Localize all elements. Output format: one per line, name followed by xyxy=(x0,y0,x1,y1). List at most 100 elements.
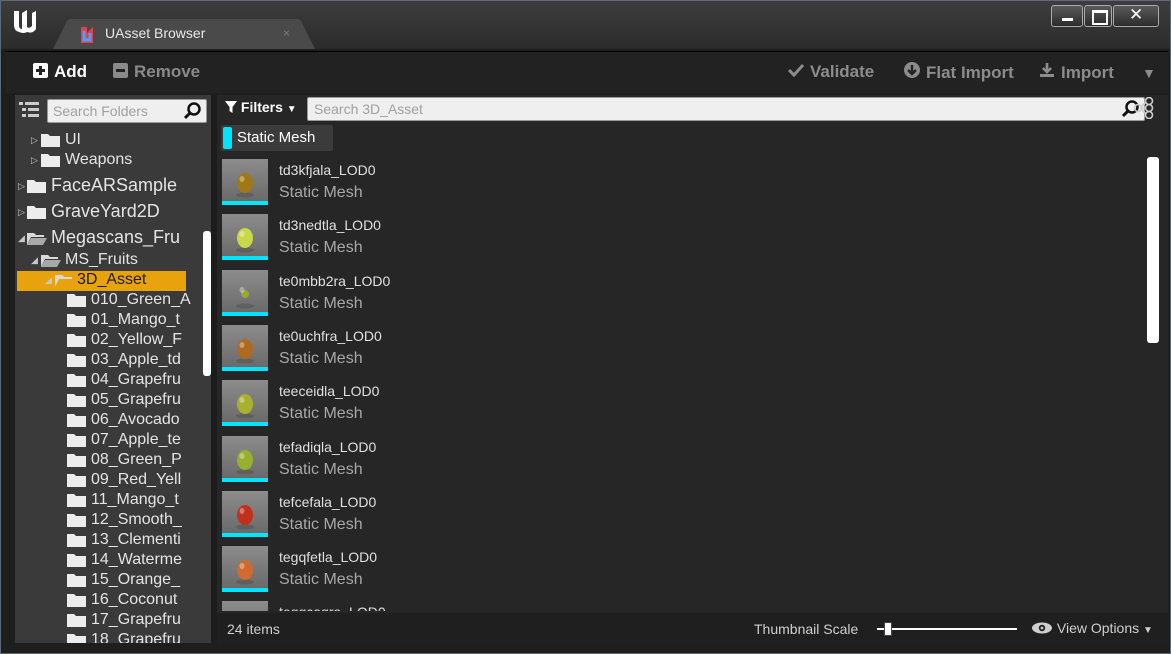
thumbnail-scale-slider-handle[interactable] xyxy=(884,622,892,636)
expanded-arrow-icon[interactable]: ◢ xyxy=(18,233,25,244)
plus-icon xyxy=(33,63,48,78)
folder-tree-item[interactable]: 13_Clementi xyxy=(15,531,211,551)
remove-button[interactable]: Remove xyxy=(113,62,200,82)
maximize-button[interactable] xyxy=(1084,5,1112,27)
folder-tree-item[interactable]: 04_Grapefru xyxy=(15,371,211,391)
expanded-arrow-icon[interactable]: ◢ xyxy=(45,275,52,286)
folder-open-icon xyxy=(55,273,75,288)
folder-tree-item[interactable]: 03_Apple_td xyxy=(15,351,211,371)
asset-thumbnail xyxy=(222,269,268,316)
asset-row[interactable]: td3kfjala_LOD0 Static Mesh xyxy=(217,155,1142,210)
tab-close-icon[interactable]: × xyxy=(283,26,290,40)
folder-tree-item-label: 03_Apple_td xyxy=(91,351,181,368)
folder-tree-item-label: 05_Grapefru xyxy=(91,391,181,408)
folder-tree-item[interactable]: 12_Smooth_ xyxy=(15,511,211,531)
filters-button[interactable]: Filters ▼ xyxy=(225,99,297,115)
asset-list-scrollbar[interactable] xyxy=(1147,157,1159,343)
folder-tree-item[interactable]: 11_Mango_t xyxy=(15,491,211,511)
folder-tree-item[interactable]: 08_Green_P xyxy=(15,451,211,471)
folder-search-box[interactable] xyxy=(47,99,207,123)
folder-icon xyxy=(67,393,87,408)
eye-icon xyxy=(1032,622,1052,634)
asset-type: Static Mesh xyxy=(279,460,363,478)
collapsed-arrow-icon[interactable]: ▷ xyxy=(18,207,25,218)
folder-tree-item[interactable]: ▷ FaceARSample xyxy=(15,175,211,199)
flat-import-button[interactable]: Flat Import xyxy=(903,62,1014,83)
folder-tree-panel: ▷ UI ▷ Weapons ▷ FaceARSample ▷ GraveYard2D ◢ Meg… xyxy=(15,95,211,643)
asset-search-input[interactable] xyxy=(308,98,1098,120)
folder-tree-item[interactable]: 18_Grapefru xyxy=(15,631,211,643)
expanded-arrow-icon[interactable]: ◢ xyxy=(31,255,38,266)
tab-uasset-browser[interactable]: UAsset Browser × xyxy=(53,19,317,49)
collapsed-arrow-icon[interactable]: ▷ xyxy=(31,135,38,146)
asset-row[interactable]: td3nedtla_LOD0 Static Mesh xyxy=(217,210,1142,265)
folder-open-icon xyxy=(41,253,61,268)
close-icon: ✕ xyxy=(1129,5,1144,25)
asset-row[interactable]: te0uchfra_LOD0 Static Mesh xyxy=(217,321,1142,376)
title-bar[interactable]: UAsset Browser × ✕ xyxy=(1,1,1170,49)
folder-tree-item[interactable]: 09_Red_Yell xyxy=(15,471,211,491)
checkmark-icon xyxy=(787,62,805,82)
filter-color-swatch xyxy=(223,127,232,149)
folder-tree-item-label: 16_Coconut xyxy=(91,591,178,608)
folder-tree-item[interactable]: 17_Grapefru xyxy=(15,611,211,631)
asset-search-box[interactable] xyxy=(307,97,1145,121)
close-window-button[interactable]: ✕ xyxy=(1113,5,1159,27)
add-label: Add xyxy=(54,62,88,81)
asset-thumbnail xyxy=(222,490,268,537)
folder-tree-item[interactable]: ▷ GraveYard2D xyxy=(15,201,211,225)
folder-tree-item[interactable]: ▷ Weapons xyxy=(15,151,211,171)
asset-row[interactable]: te0mbb2ra_LOD0 Static Mesh xyxy=(217,266,1142,321)
tab-title: UAsset Browser xyxy=(105,25,206,41)
folder-tree-item[interactable]: 02_Yellow_F xyxy=(15,331,211,351)
import-label: Import xyxy=(1061,63,1114,82)
folder-tree-item[interactable]: 14_Waterme xyxy=(15,551,211,571)
collapsed-arrow-icon[interactable]: ▷ xyxy=(18,181,25,192)
import-dropdown-chevron-icon[interactable]: ▼ xyxy=(1142,65,1156,81)
folder-tree-scrollbar[interactable] xyxy=(203,231,211,376)
folder-tree-item[interactable]: 01_Mango_t xyxy=(15,311,211,331)
asset-name: td3nedtla_LOD0 xyxy=(279,217,381,234)
view-options-button[interactable]: View Options ▼ xyxy=(1031,620,1153,636)
folder-tree-item[interactable]: 15_Orange_ xyxy=(15,571,211,591)
status-bar: 24 items Thumbnail Scale View Options ▼ xyxy=(217,613,1168,643)
minimize-button[interactable] xyxy=(1051,5,1083,27)
folder-tree-item[interactable]: 06_Avocado xyxy=(15,411,211,431)
unreal-logo-icon xyxy=(9,7,41,35)
filter-chip-label: Static Mesh xyxy=(237,129,316,146)
thumbnail-scale-slider[interactable] xyxy=(877,622,1017,636)
search-icon[interactable] xyxy=(183,102,202,125)
validate-button[interactable]: Validate xyxy=(787,62,874,82)
asset-name: tegqfetla_LOD0 xyxy=(279,549,378,566)
folder-tree-item[interactable]: 010_Green_A xyxy=(15,291,211,311)
asset-row[interactable]: tegqfetla_LOD0 Static Mesh xyxy=(217,542,1142,597)
folder-tree-item-label: 17_Grapefru xyxy=(91,611,181,628)
asset-row[interactable]: teggcagra_LOD0Static Mesh xyxy=(217,597,1142,611)
asset-name: tefcefala_LOD0 xyxy=(279,493,377,510)
folder-tree-item-label: 06_Avocado xyxy=(91,411,180,428)
folder-icon xyxy=(67,593,87,608)
folder-tree-item[interactable]: ▷ UI xyxy=(15,131,211,151)
add-button[interactable]: Add xyxy=(33,62,87,82)
asset-type: Static Mesh xyxy=(279,239,363,257)
path-picker-icon[interactable] xyxy=(1133,96,1155,120)
folder-tree-item[interactable]: ◢ MS_Fruits xyxy=(15,251,211,271)
folder-tree-item-label: 3D_Asset xyxy=(77,271,147,288)
toggle-sources-icon[interactable] xyxy=(19,101,41,119)
uasset-browser-window: UAsset Browser × ✕ Add Remove Validate F… xyxy=(0,0,1171,654)
collapsed-arrow-icon[interactable]: ▷ xyxy=(31,155,38,166)
folder-tree-item[interactable]: 05_Grapefru xyxy=(15,391,211,411)
folder-tree-item[interactable]: 16_Coconut xyxy=(15,591,211,611)
asset-row[interactable]: tefadiqla_LOD0 Static Mesh xyxy=(217,432,1142,487)
folder-tree-item[interactable]: ◢ 3D_Asset xyxy=(17,271,186,291)
folder-search-input[interactable] xyxy=(48,100,178,122)
folder-icon xyxy=(67,573,87,588)
folder-tree-item-label: 08_Green_P xyxy=(91,451,182,468)
folder-tree-item[interactable]: ◢ Megascans_Fru xyxy=(15,227,211,251)
import-button[interactable]: Import xyxy=(1038,62,1114,83)
asset-name: tefadiqla_LOD0 xyxy=(279,438,377,455)
folder-tree-item[interactable]: 07_Apple_te xyxy=(15,431,211,451)
asset-row[interactable]: teeceidla_LOD0 Static Mesh xyxy=(217,376,1142,431)
static-mesh-filter-chip[interactable]: Static Mesh xyxy=(221,125,333,151)
asset-row[interactable]: tefcefala_LOD0 Static Mesh xyxy=(217,487,1142,542)
